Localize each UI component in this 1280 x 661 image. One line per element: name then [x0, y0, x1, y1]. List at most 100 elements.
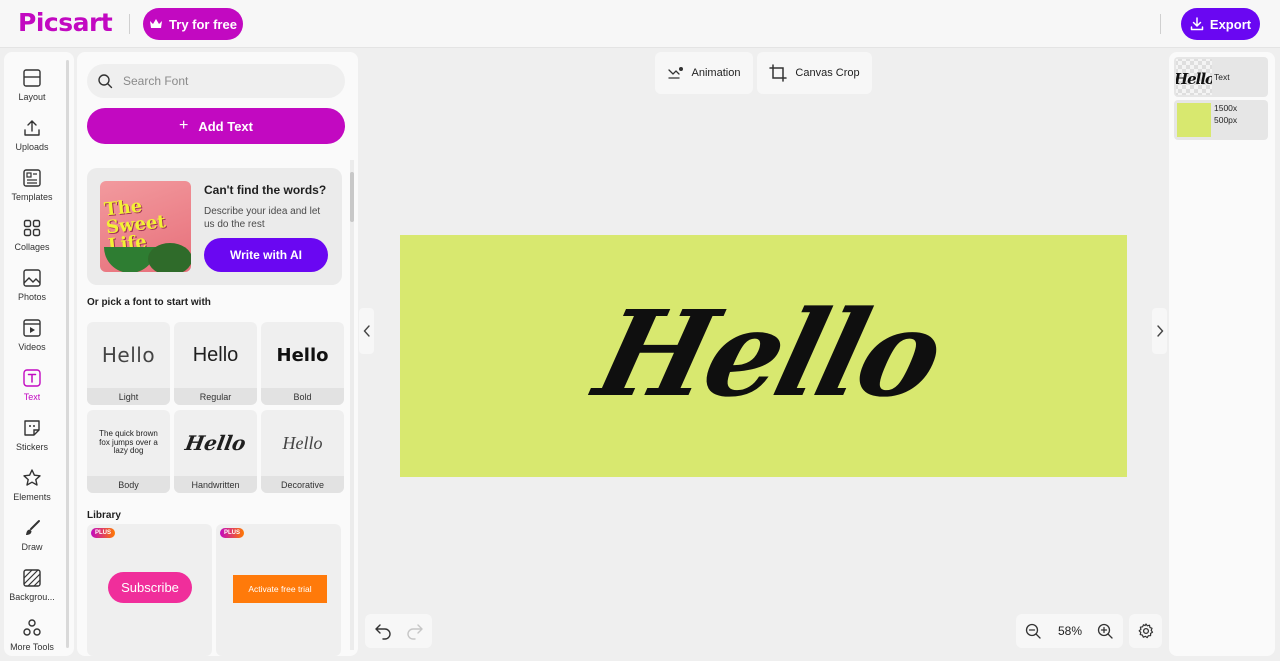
font-card-light[interactable]: Hello Light: [87, 322, 170, 405]
rail-item-stickers[interactable]: Stickers: [4, 414, 60, 460]
star-icon: [23, 469, 41, 486]
try-for-free-button[interactable]: Try for free: [143, 8, 243, 40]
search-input[interactable]: Search Font: [123, 74, 188, 88]
brush-icon: [26, 520, 40, 535]
layout-icon: [23, 69, 41, 87]
upload-icon: [24, 120, 40, 136]
picsart-logo[interactable]: Picsart: [18, 8, 113, 37]
font-caption-handwritten: Handwritten: [174, 476, 257, 493]
font-caption-body: Body: [87, 476, 170, 493]
rail-item-photos[interactable]: Photos: [4, 264, 60, 310]
search-icon: [98, 74, 113, 89]
watermelon-shape: [148, 243, 191, 272]
font-card-handwritten[interactable]: Hello Handwritten: [174, 410, 257, 493]
rail-label-layout: Layout: [18, 92, 46, 102]
rail-scrollbar[interactable]: [66, 60, 69, 648]
canvas-crop-button[interactable]: Canvas Crop: [757, 52, 872, 94]
zoom-in-icon[interactable]: [1097, 623, 1113, 639]
rail-label-uploads: Uploads: [15, 142, 49, 152]
rail-label-templates: Templates: [11, 192, 53, 202]
sweet-life-thumbnail: The Sweet Life: [100, 181, 191, 272]
canvas-settings-button[interactable]: [1129, 614, 1162, 648]
ai-card-description: Describe your idea and let us do the res…: [204, 206, 321, 230]
plus-icon: +: [179, 117, 189, 134]
crop-icon: [769, 64, 788, 82]
more-tools-icon: [23, 619, 41, 636]
animation-label: Animation: [691, 67, 741, 79]
font-card-regular[interactable]: Hello Regular: [174, 322, 257, 405]
animation-button[interactable]: Animation: [655, 52, 753, 94]
font-caption-bold: Bold: [261, 388, 344, 405]
photos-icon: [23, 269, 41, 287]
export-label: Export: [1209, 16, 1252, 32]
font-sample-handwritten: Hello: [183, 431, 248, 455]
history-controls: [365, 614, 432, 648]
library-label: Library: [87, 510, 121, 521]
text-icon: [23, 369, 41, 387]
add-text-label: Add Text: [198, 118, 253, 134]
rail-label-more-tools: More Tools: [10, 642, 54, 652]
undo-icon[interactable]: [374, 622, 392, 640]
zoom-out-icon[interactable]: [1025, 623, 1041, 639]
download-icon: [1190, 17, 1204, 31]
rail-label-collages: Collages: [14, 242, 50, 252]
rail-item-more-tools[interactable]: More Tools: [4, 614, 60, 660]
font-card-bold[interactable]: Hello Bold: [261, 322, 344, 405]
rail-label-text: Text: [23, 392, 41, 402]
rail-label-draw: Draw: [21, 542, 43, 552]
templates-icon: [23, 169, 41, 187]
background-icon: [23, 569, 41, 587]
font-search[interactable]: Search Font: [87, 64, 345, 98]
hello-text[interactable]: Hello: [581, 286, 953, 424]
hello-thumbnail-text: Hello: [1173, 70, 1216, 88]
videos-icon: [23, 319, 41, 337]
panel-scrollbar-thumb[interactable]: [350, 172, 354, 222]
collapse-right-panel-button[interactable]: [1152, 308, 1167, 354]
font-sample-decorative: Hello: [282, 432, 323, 453]
layer-item-background[interactable]: 1500x 500px: [1174, 100, 1268, 140]
rail-item-videos[interactable]: Videos: [4, 314, 60, 360]
layer-item-text[interactable]: Hello Text: [1173, 57, 1268, 97]
font-sample-bold: Hello: [276, 344, 329, 366]
font-caption-regular: Regular: [174, 388, 257, 405]
rail-item-draw[interactable]: Draw: [4, 514, 60, 560]
font-sample-light: Hello: [101, 343, 156, 367]
rail-item-layout[interactable]: Layout: [4, 64, 60, 110]
redo-icon[interactable]: [406, 622, 424, 640]
design-canvas[interactable]: Hello: [400, 235, 1127, 477]
plus-badge: PLUS: [220, 528, 245, 538]
font-card-body[interactable]: The quick brown fox jumps over a lazy do…: [87, 410, 170, 493]
font-caption-decorative: Decorative: [261, 476, 344, 493]
rail-item-elements[interactable]: Elements: [4, 464, 60, 510]
ai-suggestion-card: The Sweet Life Can't find the words? Des…: [87, 168, 342, 285]
chevron-right-icon: [1156, 325, 1163, 337]
rail-item-templates[interactable]: Templates: [4, 164, 60, 210]
ai-card-title: Can't find the words?: [204, 183, 327, 197]
top-bar: Picsart Try for free Export: [0, 0, 1280, 48]
hello-text-layer[interactable]: Hello: [400, 235, 1127, 477]
chevron-left-icon: [363, 325, 370, 337]
export-button[interactable]: Export: [1181, 8, 1260, 40]
panel-scrollbar[interactable]: [350, 160, 354, 650]
library-card-subscribe[interactable]: PLUS Subscribe: [87, 524, 212, 656]
plus-badge: PLUS: [91, 528, 116, 538]
rail-item-background[interactable]: Backgrou...: [4, 564, 60, 610]
layers-panel: Hello Text 1500x 500px: [1169, 52, 1275, 656]
rail-label-videos: Videos: [18, 342, 46, 352]
add-text-button[interactable]: + Add Text: [87, 108, 345, 144]
stickers-icon: [24, 420, 40, 436]
rail-item-uploads[interactable]: Uploads: [4, 114, 60, 160]
font-card-decorative[interactable]: Hello Decorative: [261, 410, 344, 493]
svg-text:Hello: Hello: [1176, 70, 1212, 88]
write-with-ai-button[interactable]: Write with AI: [204, 238, 328, 272]
library-card-activate-trial[interactable]: PLUS Activate free trial: [216, 524, 341, 656]
rail-label-elements: Elements: [13, 492, 51, 502]
rail-item-text[interactable]: Text: [4, 364, 60, 410]
zoom-level[interactable]: 58%: [1052, 624, 1088, 638]
pick-font-label: Or pick a font to start with: [87, 297, 211, 308]
rail-label-photos: Photos: [17, 292, 47, 302]
rail-item-collages[interactable]: Collages: [4, 214, 60, 260]
font-sample-regular: Hello: [192, 343, 239, 366]
collapse-left-panel-button[interactable]: [359, 308, 374, 354]
activate-trial-sample: Activate free trial: [233, 575, 327, 603]
